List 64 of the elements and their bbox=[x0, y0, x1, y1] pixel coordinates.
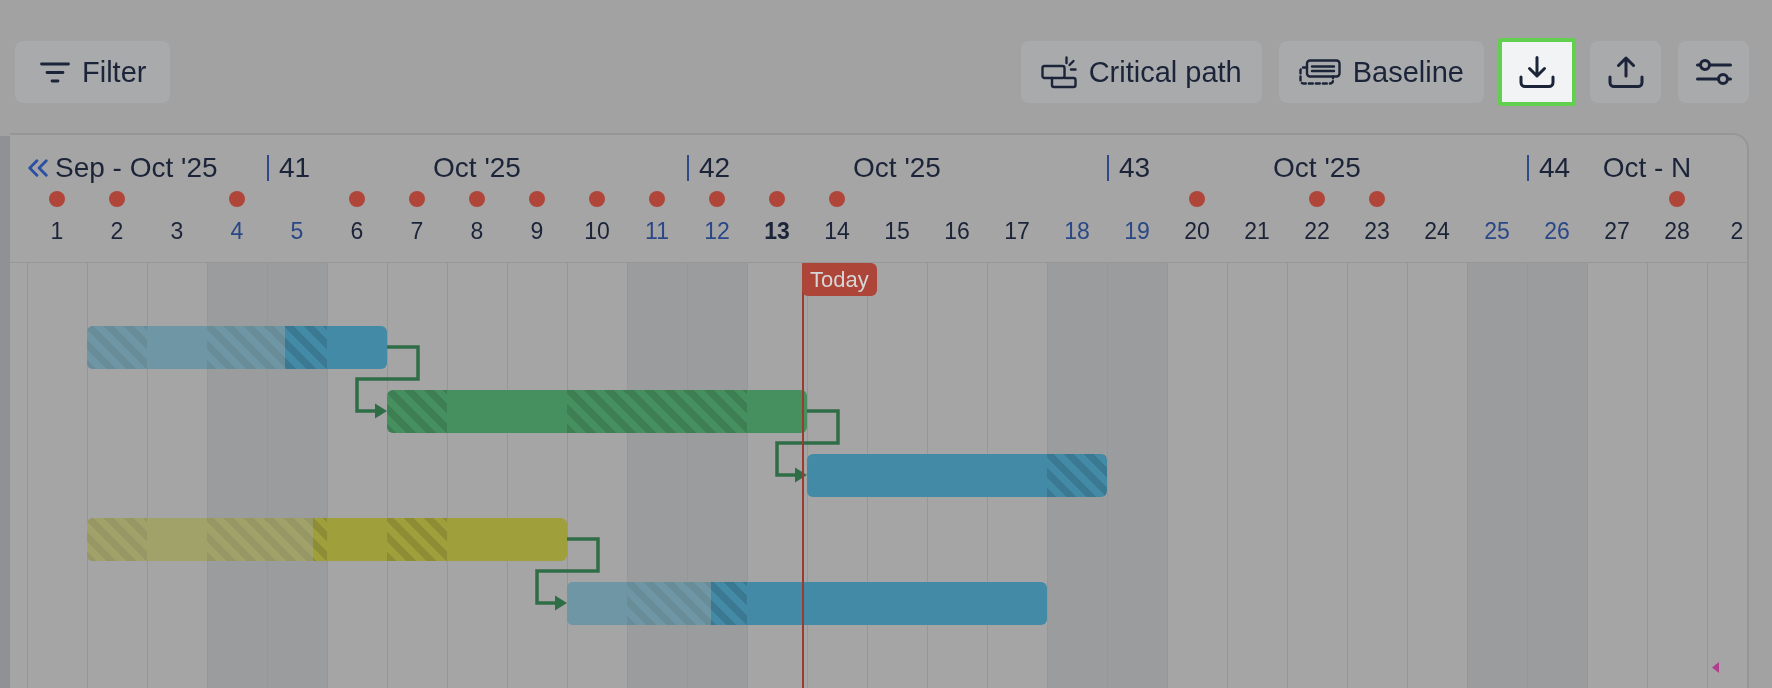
day-number: 6 bbox=[350, 219, 364, 243]
download-icon bbox=[1519, 56, 1555, 88]
filter-icon bbox=[40, 61, 70, 83]
filter-button[interactable]: Filter bbox=[15, 41, 171, 103]
day-number: 2 bbox=[1730, 219, 1744, 243]
month-label: Oct '25 bbox=[433, 154, 521, 182]
task-bar[interactable] bbox=[87, 517, 567, 561]
double-chevron-left-icon[interactable] bbox=[27, 159, 49, 177]
day-number: 11 bbox=[645, 219, 669, 243]
day-number: 14 bbox=[824, 219, 850, 243]
month-label: Oct '25 bbox=[853, 154, 941, 182]
task-bar[interactable] bbox=[807, 453, 1107, 497]
hatched-segment bbox=[567, 389, 627, 433]
day-number: 13 bbox=[764, 219, 790, 243]
month-label: Oct - N bbox=[1602, 154, 1692, 182]
hatched-segment bbox=[387, 517, 447, 561]
baseline-button[interactable]: Baseline bbox=[1278, 41, 1484, 103]
day-number: 3 bbox=[170, 219, 184, 243]
sliders-icon bbox=[1695, 59, 1732, 85]
month-label: Sep - Oct '25 bbox=[55, 154, 218, 182]
critical-path-button[interactable]: Critical path bbox=[1020, 41, 1262, 103]
day-number: 24 bbox=[1424, 219, 1450, 243]
month-label: Oct '25 bbox=[1273, 154, 1361, 182]
day-number: 12 bbox=[704, 219, 730, 243]
hatched-segment bbox=[627, 389, 687, 433]
day-number: 5 bbox=[290, 219, 304, 243]
day-number: 25 bbox=[1484, 219, 1510, 243]
day-number: 4 bbox=[230, 219, 244, 243]
hatched-segment bbox=[1047, 453, 1107, 497]
day-number: 16 bbox=[944, 219, 970, 243]
day-number: 2 bbox=[110, 219, 124, 243]
day-number: 7 bbox=[410, 219, 424, 243]
week-number: 41 bbox=[279, 154, 311, 182]
day-number: 9 bbox=[530, 219, 544, 243]
task-bar[interactable] bbox=[567, 581, 1047, 625]
day-number: 23 bbox=[1364, 219, 1390, 243]
week-number: 43 bbox=[1119, 154, 1151, 182]
day-number: 1 bbox=[50, 219, 64, 243]
task-bar[interactable] bbox=[387, 389, 807, 433]
day-number: 8 bbox=[470, 219, 484, 243]
hatched-segment bbox=[687, 389, 747, 433]
week-number: 44 bbox=[1539, 154, 1571, 182]
day-number: 20 bbox=[1184, 219, 1210, 243]
day-number: 26 bbox=[1544, 219, 1570, 243]
today-tag: Today bbox=[802, 263, 877, 296]
day-number: 28 bbox=[1664, 219, 1690, 243]
day-number: 15 bbox=[884, 219, 910, 243]
task-bar[interactable] bbox=[87, 325, 387, 369]
week-number: 42 bbox=[699, 154, 731, 182]
day-number: 19 bbox=[1124, 219, 1150, 243]
settings-button[interactable] bbox=[1678, 41, 1749, 103]
upload-button[interactable] bbox=[1590, 41, 1661, 103]
baseline-icon bbox=[1298, 59, 1341, 85]
upload-icon bbox=[1607, 56, 1644, 88]
day-number: 17 bbox=[1004, 219, 1030, 243]
critical-path-icon bbox=[1040, 55, 1077, 89]
day-number: 10 bbox=[584, 219, 610, 243]
day-number: 18 bbox=[1064, 219, 1090, 243]
day-number: 27 bbox=[1604, 219, 1630, 243]
hatched-segment bbox=[387, 389, 447, 433]
download-button[interactable] bbox=[1498, 38, 1576, 106]
day-number: 21 bbox=[1244, 219, 1270, 243]
marker-icon[interactable] bbox=[1712, 661, 1719, 673]
day-number: 22 bbox=[1304, 219, 1330, 243]
